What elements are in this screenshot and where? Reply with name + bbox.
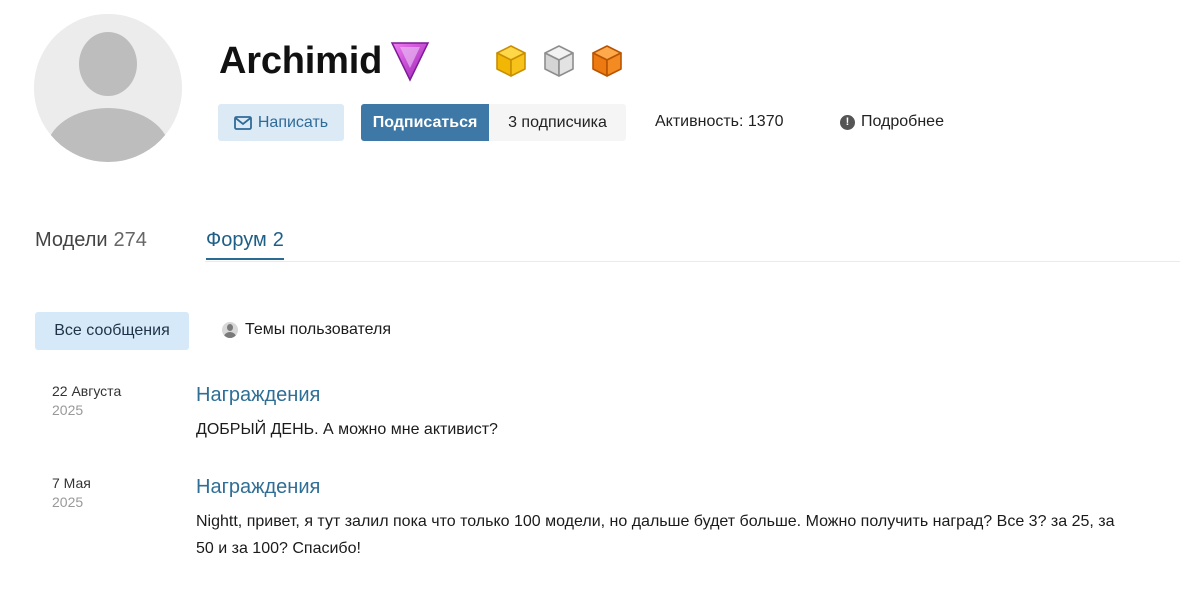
activity-score: Активность: 1370 <box>655 113 784 130</box>
badges <box>494 43 624 79</box>
post-date-year: 2025 <box>52 494 84 510</box>
post-date-year: 2025 <box>52 402 84 418</box>
badge-gold-cube-icon[interactable] <box>494 43 528 79</box>
write-message-label: Написать <box>257 113 329 131</box>
more-details-link[interactable]: ! Подробнее <box>840 113 944 131</box>
subscribers-count[interactable]: 3 подписчика <box>489 104 626 141</box>
default-avatar-icon <box>34 14 182 162</box>
user-icon <box>222 322 238 338</box>
post-text: Nightt, привет, я тут залил пока что тол… <box>196 513 1115 557</box>
badge-bronze-cube-icon[interactable] <box>590 43 624 79</box>
post-text: ДОБРЫЙ ДЕНЬ. А можно мне активист? <box>196 421 498 438</box>
tab-models[interactable]: Модели 274 <box>35 228 147 252</box>
tab-forum[interactable]: Форум 2 <box>206 228 284 260</box>
filter-user-topics-label: Темы пользователя <box>245 321 392 338</box>
filter-all-messages[interactable]: Все сообщения <box>35 312 189 350</box>
post-date-day: 7 Мая <box>52 475 91 491</box>
tab-models-count: 274 <box>113 229 147 251</box>
rank-gem-icon <box>390 40 430 87</box>
avatar <box>34 14 182 162</box>
post-date-day: 22 Августа <box>52 383 122 399</box>
mail-icon <box>233 115 252 130</box>
tab-models-label: Модели <box>35 229 108 251</box>
more-details-label: Подробнее <box>861 113 944 130</box>
post-title-link[interactable]: Награждения <box>196 384 320 407</box>
tabs-divider <box>205 261 1180 262</box>
tab-forum-count: 2 <box>272 229 284 251</box>
write-message-button[interactable]: Написать <box>218 104 344 141</box>
badge-silver-cube-icon[interactable] <box>542 43 576 79</box>
filter-user-topics[interactable]: Темы пользователя <box>222 321 391 339</box>
subscribe-button[interactable]: Подписаться <box>361 104 489 141</box>
tab-forum-label: Форум <box>206 229 267 251</box>
info-icon: ! <box>840 114 855 130</box>
username: Archimid <box>219 40 383 82</box>
post-title-link[interactable]: Награждения <box>196 476 320 499</box>
